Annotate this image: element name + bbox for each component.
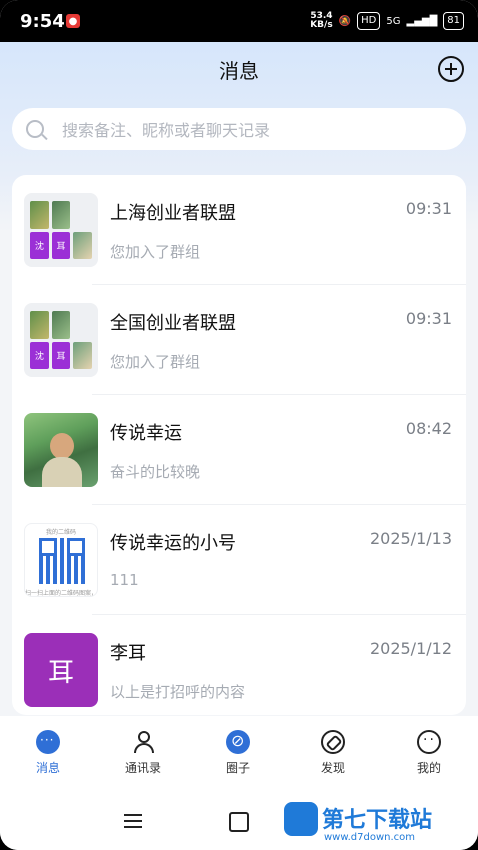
tab-label: 发现	[320, 761, 345, 775]
qr-title: 我的二维码	[45, 529, 76, 536]
add-plus-icon[interactable]	[438, 56, 464, 82]
chat-icon	[36, 730, 60, 754]
profile-icon	[417, 730, 441, 754]
avatar-tile	[73, 231, 92, 259]
hd-badge: HD	[357, 12, 381, 30]
map-pin-icon: ●	[66, 14, 80, 28]
qr-caption: 扫一扫上面的二维码图案，加我为好友	[25, 590, 98, 597]
avatar-body	[42, 457, 82, 487]
page-title: 消息	[219, 61, 259, 83]
network-speed-unit: KB/s	[310, 20, 333, 30]
watermark-logo	[284, 802, 318, 836]
conversation-item[interactable]: 沈 耳 全国创业者联盟 09:31 您加入了群组	[12, 285, 466, 395]
avatar-tile: 沈	[30, 231, 49, 259]
avatar-tile	[73, 311, 92, 339]
conversation-time: 2025/1/13	[369, 529, 452, 548]
qr-code-icon	[39, 538, 85, 584]
avatar-tile: 沈	[30, 341, 49, 369]
tab-messages[interactable]: 消息	[8, 730, 88, 776]
conversation-list: 沈 耳 上海创业者联盟 09:31 您加入了群组 沈 耳 全国创业者联盟 09:…	[12, 175, 466, 715]
tab-profile[interactable]: 我的	[389, 730, 469, 776]
text-avatar: 耳	[24, 633, 98, 707]
group-avatar: 沈 耳	[24, 303, 98, 377]
conversation-name: 李耳	[110, 643, 146, 664]
avatar-tile	[73, 341, 92, 369]
user-avatar	[24, 413, 98, 487]
conversation-item[interactable]: 耳 李耳 2025/1/12 以上是打招呼的内容	[12, 615, 466, 715]
conversation-time: 09:31	[405, 199, 452, 218]
home-icon[interactable]	[229, 812, 249, 832]
conversation-name: 上海创业者联盟	[110, 203, 236, 224]
watermark-text: 第七下载站	[322, 808, 433, 833]
conversation-item[interactable]: 传说幸运 08:42 奋斗的比较晚	[12, 395, 466, 505]
circle-icon	[226, 730, 250, 754]
conversation-name: 传说幸运	[110, 423, 182, 444]
status-bar: 9:54 ● 53.4 KB/s 🔕 HD 5G ▂▄▆█ 81	[0, 0, 478, 42]
search-input[interactable]: 搜索备注、昵称或者聊天记录	[62, 117, 270, 141]
search-icon	[26, 120, 44, 138]
avatar-tile	[51, 201, 71, 229]
watermark-url: www.d7down.com	[324, 832, 416, 843]
avatar-tile: 耳	[51, 231, 71, 259]
avatar-tile	[30, 311, 49, 339]
search-bar[interactable]: 搜索备注、昵称或者聊天记录	[12, 108, 466, 150]
mute-icon: 🔕	[338, 15, 352, 27]
signal-label: 5G	[386, 15, 401, 27]
compass-icon	[321, 730, 345, 754]
conversation-preview: 以上是打招呼的内容	[110, 683, 246, 701]
tab-label: 我的	[416, 761, 441, 775]
avatar-head	[50, 433, 74, 459]
watermark: 第七下载站 www.d7down.com	[284, 800, 478, 850]
menu-icon[interactable]	[124, 814, 142, 828]
app-screen: 9:54 ● 53.4 KB/s 🔕 HD 5G ▂▄▆█ 81 消息 搜索备注…	[0, 0, 478, 850]
conversation-preview: 111	[110, 571, 139, 589]
avatar-tile	[73, 201, 92, 229]
tab-label: 圈子	[225, 761, 250, 775]
status-time: 9:54	[20, 11, 65, 32]
conversation-preview: 您加入了群组	[110, 353, 201, 371]
battery-indicator: 81	[443, 12, 464, 30]
avatar-tile: 耳	[51, 341, 71, 369]
conversation-name: 传说幸运的小号	[110, 533, 236, 554]
contacts-icon	[131, 730, 155, 754]
conversation-preview: 您加入了群组	[110, 243, 201, 261]
conversation-time: 09:31	[405, 309, 452, 328]
conversation-preview: 奋斗的比较晚	[110, 463, 201, 481]
bottom-tab-bar: 消息 通讯录 圈子 发现 我的	[0, 716, 478, 790]
avatar-tile	[30, 201, 49, 229]
status-indicators: 53.4 KB/s 🔕 HD 5G ▂▄▆█ 81	[310, 12, 464, 30]
conversation-time: 2025/1/12	[369, 639, 452, 658]
qr-avatar: 我的二维码 扫一扫上面的二维码图案，加我为好友	[24, 523, 98, 597]
tab-circle[interactable]: 圈子	[198, 730, 278, 776]
group-avatar: 沈 耳	[24, 193, 98, 267]
conversation-time: 08:42	[405, 419, 452, 438]
avatar-tile	[51, 311, 71, 339]
conversation-item[interactable]: 沈 耳 上海创业者联盟 09:31 您加入了群组	[12, 175, 466, 285]
tab-contacts[interactable]: 通讯录	[103, 730, 183, 776]
signal-icon: ▂▄▆█	[406, 15, 438, 27]
conversation-name: 全国创业者联盟	[110, 313, 236, 334]
conversation-item[interactable]: 我的二维码 扫一扫上面的二维码图案，加我为好友 传说幸运的小号 2025/1/1…	[12, 505, 466, 615]
network-speed: 53.4 KB/s	[310, 12, 332, 30]
tab-discover[interactable]: 发现	[293, 730, 373, 776]
tab-label: 消息	[35, 761, 60, 775]
tab-label: 通讯录	[124, 761, 161, 775]
